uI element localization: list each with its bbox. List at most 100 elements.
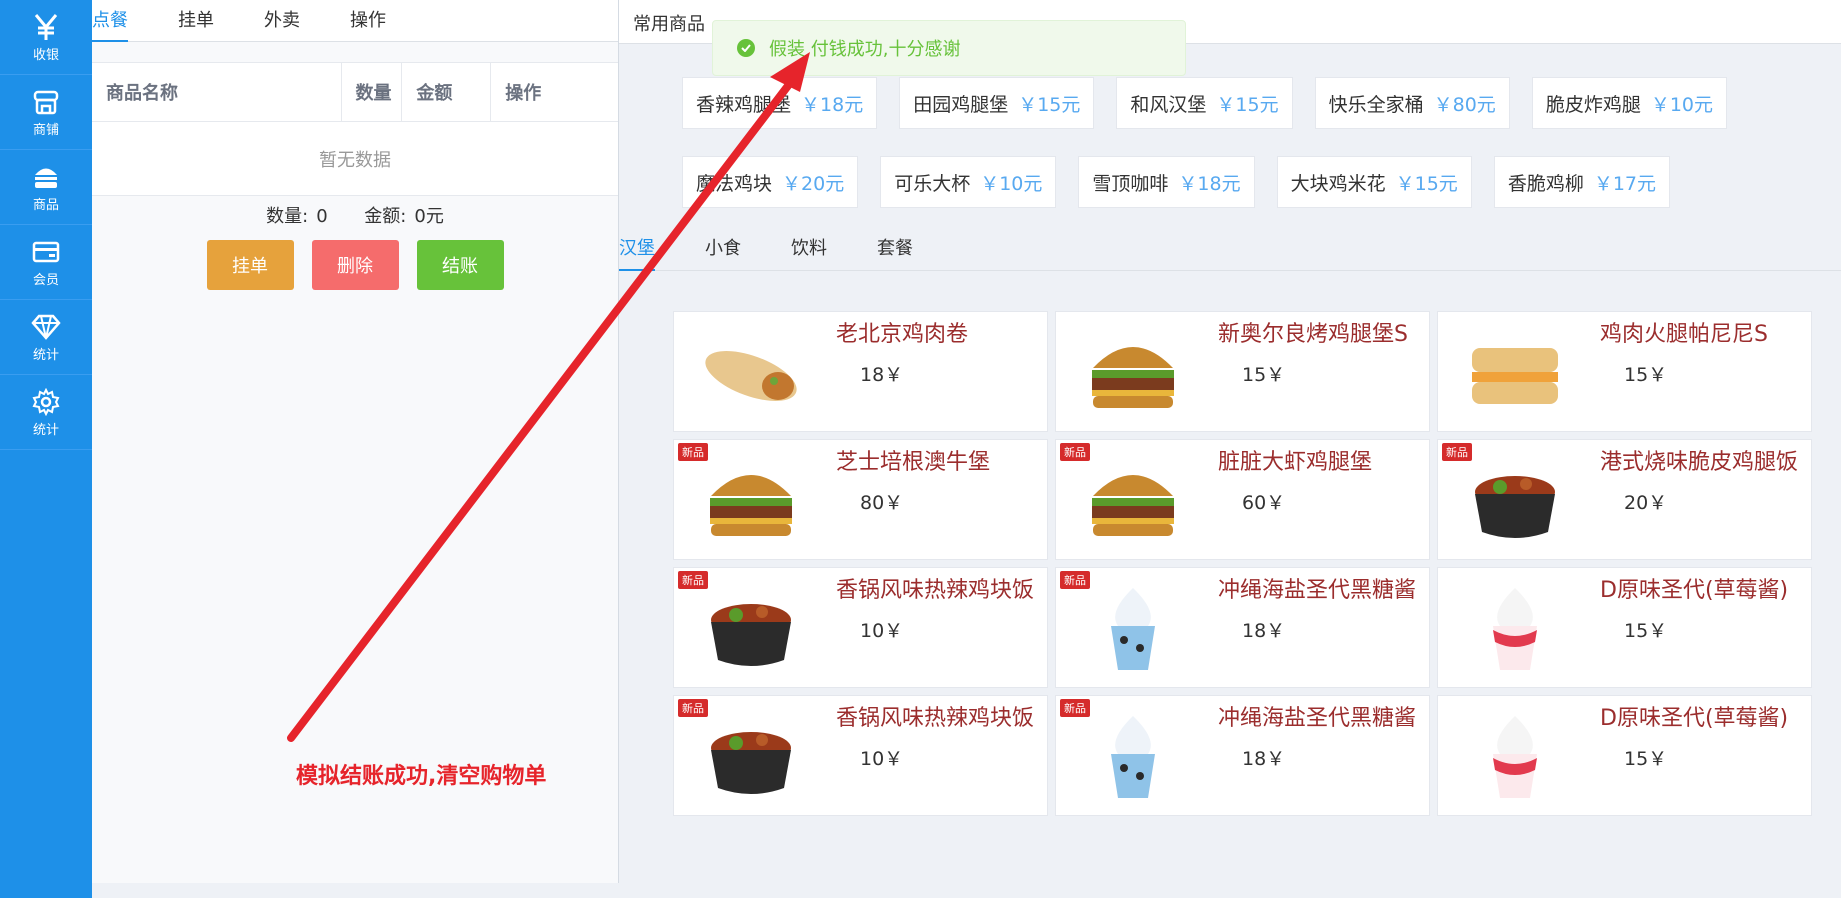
goods-price: 10￥: [860, 748, 904, 770]
check-circle-icon: [737, 39, 755, 57]
tab-snack[interactable]: 小食: [705, 230, 741, 271]
goods-price: 80￥: [860, 492, 904, 514]
goods-card[interactable]: D原味圣代(草莓酱) 15￥: [1437, 695, 1812, 816]
amount-value: 0元: [414, 206, 444, 227]
goods-card[interactable]: 新品 冲绳海盐圣代黑糖酱 18￥: [1055, 567, 1430, 688]
new-badge: 新品: [1442, 443, 1472, 461]
tab-drink[interactable]: 饮料: [791, 230, 827, 271]
goods-card[interactable]: D原味圣代(草莓酱) 15￥: [1437, 567, 1812, 688]
annotation-text: 模拟结账成功,清空购物单: [296, 764, 547, 789]
sidebar-item-goods[interactable]: 商品: [0, 150, 92, 225]
sidebar-item-settings[interactable]: 统计: [0, 375, 92, 450]
sidebar-item-label: 统计: [32, 422, 59, 438]
goods-price: 60￥: [1242, 492, 1286, 514]
product-panel: 常用商品 香辣鸡腿堡 ￥18元 田园鸡腿堡 ￥15元 和风汉堡 ￥15元 快乐全家桶 ￥…: [619, 0, 1841, 883]
new-badge: 新品: [1060, 571, 1090, 589]
sidebar-item-label: 商品: [32, 197, 59, 213]
goods-price: 15￥: [1624, 364, 1668, 386]
goods-card[interactable]: 新品 脏脏大虾鸡腿堡 60￥: [1055, 439, 1430, 560]
yen-icon: [31, 12, 61, 42]
tab-takeout[interactable]: 外卖: [264, 0, 300, 42]
tab-order[interactable]: 点餐: [92, 0, 128, 42]
common-goods-price: ￥15元: [1395, 172, 1458, 195]
goods-card[interactable]: 新品 港式烧味脆皮鸡腿饭 20￥: [1437, 439, 1812, 560]
order-table: 商品名称 数量 金额 操作 暂无数据: [92, 62, 618, 196]
goods-name: D原味圣代(草莓酱): [1600, 578, 1789, 603]
order-table-header: 商品名称 数量 金额 操作: [92, 62, 618, 122]
column-header-qty: 数量: [342, 63, 403, 121]
tab-burger[interactable]: 汉堡: [619, 230, 655, 271]
common-goods-item[interactable]: 香脆鸡柳 ￥17元: [1493, 156, 1671, 208]
hold-button[interactable]: 挂单: [206, 240, 294, 290]
checkout-button[interactable]: 结账: [416, 240, 504, 290]
column-header-name: 商品名称: [92, 63, 342, 121]
goods-card[interactable]: 新品 芝士培根澳牛堡 80￥: [673, 439, 1048, 560]
card-icon: [31, 237, 61, 267]
sidebar-item-label: 会员: [32, 272, 59, 288]
new-badge: 新品: [1060, 699, 1090, 717]
common-goods-name: 雪顶咖啡: [1092, 172, 1169, 195]
category-tabs: 汉堡 小食 饮料 套餐: [619, 230, 1841, 271]
new-badge: 新品: [678, 699, 708, 717]
common-goods-item[interactable]: 和风汉堡 ￥15元: [1116, 77, 1293, 129]
goods-card[interactable]: 新奥尔良烤鸡腿堡S 15￥: [1055, 311, 1430, 432]
toast-message: 假装 付钱成功,十分感谢: [769, 39, 961, 60]
sidebar-item-store[interactable]: 商铺: [0, 75, 92, 150]
common-goods-item[interactable]: 雪顶咖啡 ￥18元: [1078, 156, 1255, 208]
tab-operation[interactable]: 操作: [350, 0, 386, 42]
qty-label: 数量:: [266, 206, 309, 227]
sidebar-item-member[interactable]: 会员: [0, 225, 92, 300]
common-goods-item[interactable]: 可乐大杯 ￥10元: [880, 156, 1057, 208]
goods-name: 冲绳海盐圣代黑糖酱: [1218, 706, 1417, 731]
goods-name: 鸡肉火腿帕尼尼S: [1600, 322, 1768, 347]
common-goods-item[interactable]: 大块鸡米花 ￥15元: [1276, 156, 1472, 208]
goods-price: 15￥: [1242, 364, 1286, 386]
tab-combo[interactable]: 套餐: [877, 230, 913, 271]
goods-name: 芝士培根澳牛堡: [836, 450, 991, 475]
goods-price: 20￥: [1624, 492, 1668, 514]
diamond-icon: [31, 312, 61, 342]
goods-grid: 老北京鸡肉卷 18￥ 新奥尔良烤鸡腿堡S 15￥ 鸡肉火腿帕尼尼S 15￥ 新品 芝士培根澳牛…: [673, 311, 1815, 816]
common-goods-price: ￥10元: [1650, 93, 1714, 116]
goods-card[interactable]: 新品 香锅风味热辣鸡块饭 10￥: [673, 567, 1048, 688]
column-header-amount: 金额: [402, 63, 492, 121]
common-goods-name: 大块鸡米花: [1290, 172, 1386, 195]
common-goods-item[interactable]: 香辣鸡腿堡 ￥18元: [682, 77, 878, 129]
common-goods-price: ￥17元: [1593, 172, 1657, 195]
tab-hold[interactable]: 挂单: [178, 0, 214, 42]
order-summary: 数量: 0 金额: 0元: [92, 202, 618, 228]
common-goods-item[interactable]: 田园鸡腿堡 ￥15元: [899, 77, 1095, 129]
goods-card[interactable]: 新品 冲绳海盐圣代黑糖酱 18￥: [1055, 695, 1430, 816]
qty-value: 0: [316, 206, 328, 227]
sidebar-item-cashier[interactable]: 收银: [0, 0, 92, 75]
common-goods-price: ￥80元: [1433, 93, 1496, 116]
goods-card[interactable]: 新品 香锅风味热辣鸡块饭 10￥: [673, 695, 1048, 816]
sidebar-item-stats[interactable]: 统计: [0, 300, 92, 375]
goods-name: 港式烧味脆皮鸡腿饭: [1600, 450, 1799, 475]
goods-name: 冲绳海盐圣代黑糖酱: [1218, 578, 1417, 603]
common-goods-name: 快乐全家桶: [1328, 93, 1424, 116]
common-goods-item[interactable]: 快乐全家桶 ￥80元: [1314, 77, 1510, 129]
goods-name: 香锅风味热辣鸡块饭: [836, 578, 1035, 603]
gear-icon: [31, 387, 61, 417]
order-buttons: 挂单 删除 结账: [92, 240, 618, 290]
common-goods-price: ￥20元: [782, 172, 845, 195]
goods-card[interactable]: 老北京鸡肉卷 18￥: [673, 311, 1048, 432]
common-goods-list: 香辣鸡腿堡 ￥18元 田园鸡腿堡 ￥15元 和风汉堡 ￥15元 快乐全家桶 ￥80元 脆…: [682, 77, 1802, 235]
common-goods-item[interactable]: 魔法鸡块 ￥20元: [682, 156, 859, 208]
success-toast: 假装 付钱成功,十分感谢: [712, 20, 1186, 76]
delete-button[interactable]: 删除: [311, 240, 399, 290]
new-badge: 新品: [678, 443, 708, 461]
common-goods-name: 和风汉堡: [1130, 93, 1207, 116]
common-goods-price: ￥15元: [1018, 93, 1081, 116]
goods-price: 15￥: [1624, 748, 1668, 770]
common-goods-name: 香辣鸡腿堡: [696, 93, 792, 116]
goods-name: 脏脏大虾鸡腿堡: [1218, 450, 1373, 475]
common-goods-price: ￥10元: [980, 172, 1043, 195]
common-goods-item[interactable]: 脆皮炸鸡腿 ￥10元: [1531, 77, 1728, 129]
common-goods-name: 可乐大杯: [894, 172, 971, 195]
goods-price: 18￥: [1242, 748, 1286, 770]
goods-card[interactable]: 鸡肉火腿帕尼尼S 15￥: [1437, 311, 1812, 432]
goods-price: 18￥: [860, 364, 904, 386]
common-goods-price: ￥18元: [801, 93, 864, 116]
